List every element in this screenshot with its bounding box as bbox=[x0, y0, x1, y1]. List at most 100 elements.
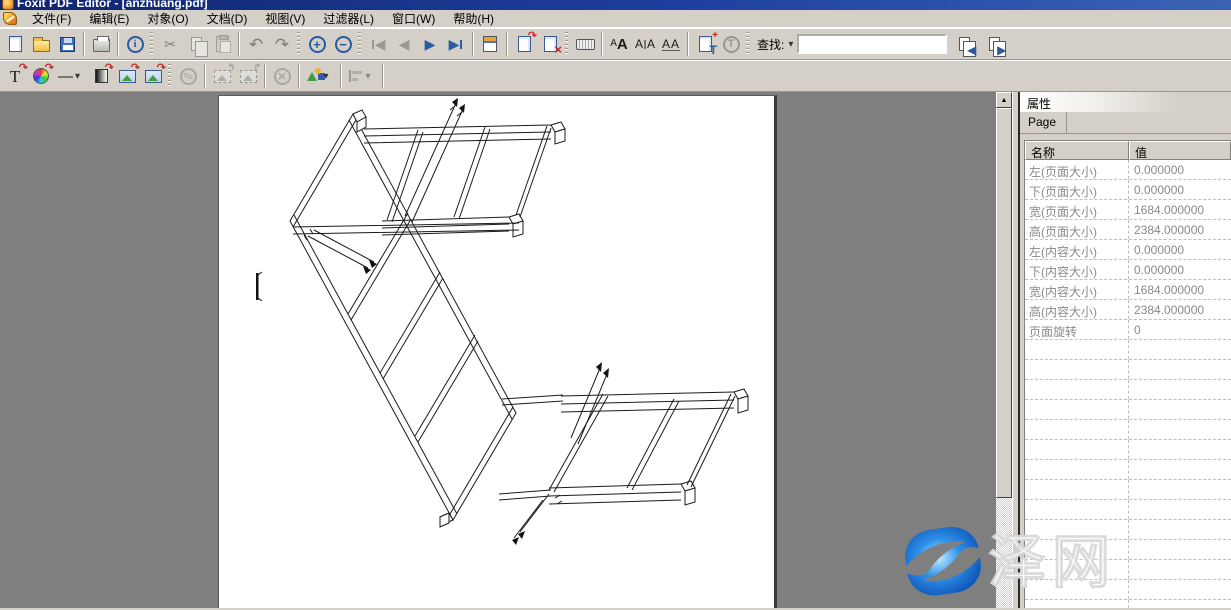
scroll-up-button[interactable]: ▲ bbox=[996, 92, 1012, 108]
cut-button[interactable]: ✂ bbox=[157, 32, 183, 56]
properties-grid: 名称 值 左(页面大小)0.000000 下(页面大小)0.000000 宽(页… bbox=[1024, 140, 1231, 608]
separator bbox=[117, 32, 119, 56]
property-row[interactable]: 高(内容大小)2384.000000 bbox=[1025, 300, 1231, 320]
find-input[interactable] bbox=[797, 34, 947, 54]
tab-page[interactable]: Page bbox=[1020, 112, 1067, 133]
property-row[interactable]: 高(页面大小)2384.000000 bbox=[1025, 220, 1231, 240]
delete-object-button[interactable]: × bbox=[269, 64, 295, 88]
menu-help[interactable]: 帮助(H) bbox=[444, 8, 503, 29]
toolbar-gripper[interactable] bbox=[297, 32, 300, 56]
property-name: 宽(页面大小) bbox=[1025, 200, 1129, 219]
undo-button[interactable]: ↶ bbox=[243, 32, 269, 56]
font-spacing-button[interactable]: AA bbox=[658, 32, 684, 56]
toolbar-gripper[interactable] bbox=[168, 64, 171, 88]
menu-object[interactable]: 对象(O) bbox=[138, 8, 197, 29]
property-value[interactable]: 0.000000 bbox=[1129, 240, 1231, 259]
property-value[interactable]: 0.000000 bbox=[1129, 160, 1231, 179]
font-a-small-icon: A bbox=[610, 39, 617, 49]
edit-shape-button[interactable]: ✎ bbox=[175, 64, 201, 88]
property-row[interactable]: 下(页面大小)0.000000 bbox=[1025, 180, 1231, 200]
add-shading-button[interactable]: ↷ bbox=[88, 64, 114, 88]
insert-page-button[interactable]: ↷ bbox=[511, 32, 537, 56]
keyboard-button[interactable] bbox=[572, 32, 598, 56]
zoom-in-button[interactable]: + bbox=[304, 32, 330, 56]
menu-view[interactable]: 视图(V) bbox=[256, 8, 314, 29]
next-page-button[interactable]: ▶ bbox=[417, 32, 443, 56]
line-icon: — bbox=[58, 69, 73, 84]
column-header-value[interactable]: 值 bbox=[1129, 141, 1231, 160]
column-header-name[interactable]: 名称 bbox=[1025, 141, 1129, 160]
separator bbox=[83, 32, 85, 56]
toolbar-gripper[interactable] bbox=[150, 32, 153, 56]
delete-object-icon: × bbox=[274, 68, 291, 85]
property-value[interactable]: 2384.000000 bbox=[1129, 300, 1231, 319]
property-value[interactable]: 1684.000000 bbox=[1129, 280, 1231, 299]
copy-button[interactable] bbox=[183, 32, 209, 56]
menu-window[interactable]: 窗口(W) bbox=[383, 8, 444, 29]
text-circle-button[interactable]: T bbox=[718, 32, 744, 56]
property-name: 宽(内容大小) bbox=[1025, 280, 1129, 299]
paste-button[interactable] bbox=[209, 32, 235, 56]
add-text-button[interactable]: T+ bbox=[692, 32, 718, 56]
menu-filter[interactable]: 过滤器(L) bbox=[314, 8, 383, 29]
property-name: 高(页面大小) bbox=[1025, 220, 1129, 239]
panel-caption[interactable]: 属性 bbox=[1020, 92, 1231, 112]
property-row[interactable]: 页面旋转0 bbox=[1025, 320, 1231, 340]
shapes-button[interactable]: ▾ bbox=[303, 64, 337, 88]
menu-file[interactable]: 文件(F) bbox=[23, 8, 80, 29]
property-row[interactable]: 左(页面大小)0.000000 bbox=[1025, 160, 1231, 180]
redo-button[interactable]: ↷ bbox=[269, 32, 295, 56]
property-value[interactable]: 2384.000000 bbox=[1129, 220, 1231, 239]
property-row[interactable]: 下(内容大小)0.000000 bbox=[1025, 260, 1231, 280]
zoom-out-icon: − bbox=[335, 36, 352, 53]
empty-row bbox=[1025, 400, 1231, 420]
toolbar-gripper[interactable] bbox=[565, 32, 568, 56]
align-button[interactable]: ▾ bbox=[345, 64, 379, 88]
page-thumbnail-button[interactable] bbox=[477, 32, 503, 56]
vertical-scrollbar[interactable]: ▲ bbox=[996, 92, 1012, 608]
find-dropdown-caret-icon[interactable]: ▾ bbox=[788, 39, 793, 50]
last-page-button[interactable]: ▶ bbox=[443, 32, 469, 56]
text-t-icon: T bbox=[710, 44, 717, 56]
group-front-button[interactable]: ↱ bbox=[235, 64, 261, 88]
add-image-button[interactable]: ↷ bbox=[140, 64, 166, 88]
print-button[interactable] bbox=[88, 32, 114, 56]
save-button[interactable] bbox=[54, 32, 80, 56]
toolbar-main: i ✂ ↶ ↷ + − ◀ ◀ ▶ ▶ ↷ × AA AA AA T+ T 查找… bbox=[0, 28, 1231, 60]
workspace: ▲ 属性 Page 名称 值 左(页面大小)0.000000 下(页面大小)0.… bbox=[0, 92, 1231, 608]
property-row[interactable]: 左(内容大小)0.000000 bbox=[1025, 240, 1231, 260]
find-next-button[interactable]: ▶ bbox=[981, 32, 1007, 56]
toolbar-gripper[interactable] bbox=[746, 32, 749, 56]
app-icon bbox=[2, 0, 14, 10]
edit-image-button[interactable]: ↷ bbox=[114, 64, 140, 88]
property-row[interactable]: 宽(内容大小)1684.000000 bbox=[1025, 280, 1231, 300]
scrollbar-thumb[interactable] bbox=[996, 108, 1012, 498]
document-page[interactable] bbox=[218, 95, 777, 608]
property-value[interactable]: 1684.000000 bbox=[1129, 200, 1231, 219]
menu-edit[interactable]: 编辑(E) bbox=[80, 8, 138, 29]
add-color-object-button[interactable]: ↷ bbox=[28, 64, 54, 88]
property-value[interactable]: 0 bbox=[1129, 320, 1231, 339]
open-button[interactable] bbox=[28, 32, 54, 56]
font-embed-button[interactable]: AA bbox=[606, 32, 632, 56]
property-value[interactable]: 0.000000 bbox=[1129, 180, 1231, 199]
toolbar-gripper[interactable] bbox=[358, 32, 361, 56]
add-text-object-button[interactable]: T↷ bbox=[2, 64, 28, 88]
prev-page-button[interactable]: ◀ bbox=[391, 32, 417, 56]
group-back-button[interactable]: ↰ bbox=[209, 64, 235, 88]
panel-tabs: Page bbox=[1020, 112, 1231, 134]
property-value[interactable]: 0.000000 bbox=[1129, 260, 1231, 279]
property-row[interactable]: 宽(页面大小)1684.000000 bbox=[1025, 200, 1231, 220]
first-page-button[interactable]: ◀ bbox=[365, 32, 391, 56]
delete-page-button[interactable]: × bbox=[537, 32, 563, 56]
line-style-button[interactable]: —▾ bbox=[54, 64, 88, 88]
info-button[interactable]: i bbox=[122, 32, 148, 56]
menu-document[interactable]: 文档(D) bbox=[198, 8, 257, 29]
info-icon: i bbox=[127, 36, 144, 53]
find-previous-button[interactable]: ◀ bbox=[951, 32, 977, 56]
zoom-out-button[interactable]: − bbox=[330, 32, 356, 56]
new-button[interactable] bbox=[2, 32, 28, 56]
paste-icon bbox=[216, 36, 229, 52]
document-icon[interactable] bbox=[3, 12, 17, 25]
font-match-button[interactable]: AA bbox=[632, 32, 658, 56]
